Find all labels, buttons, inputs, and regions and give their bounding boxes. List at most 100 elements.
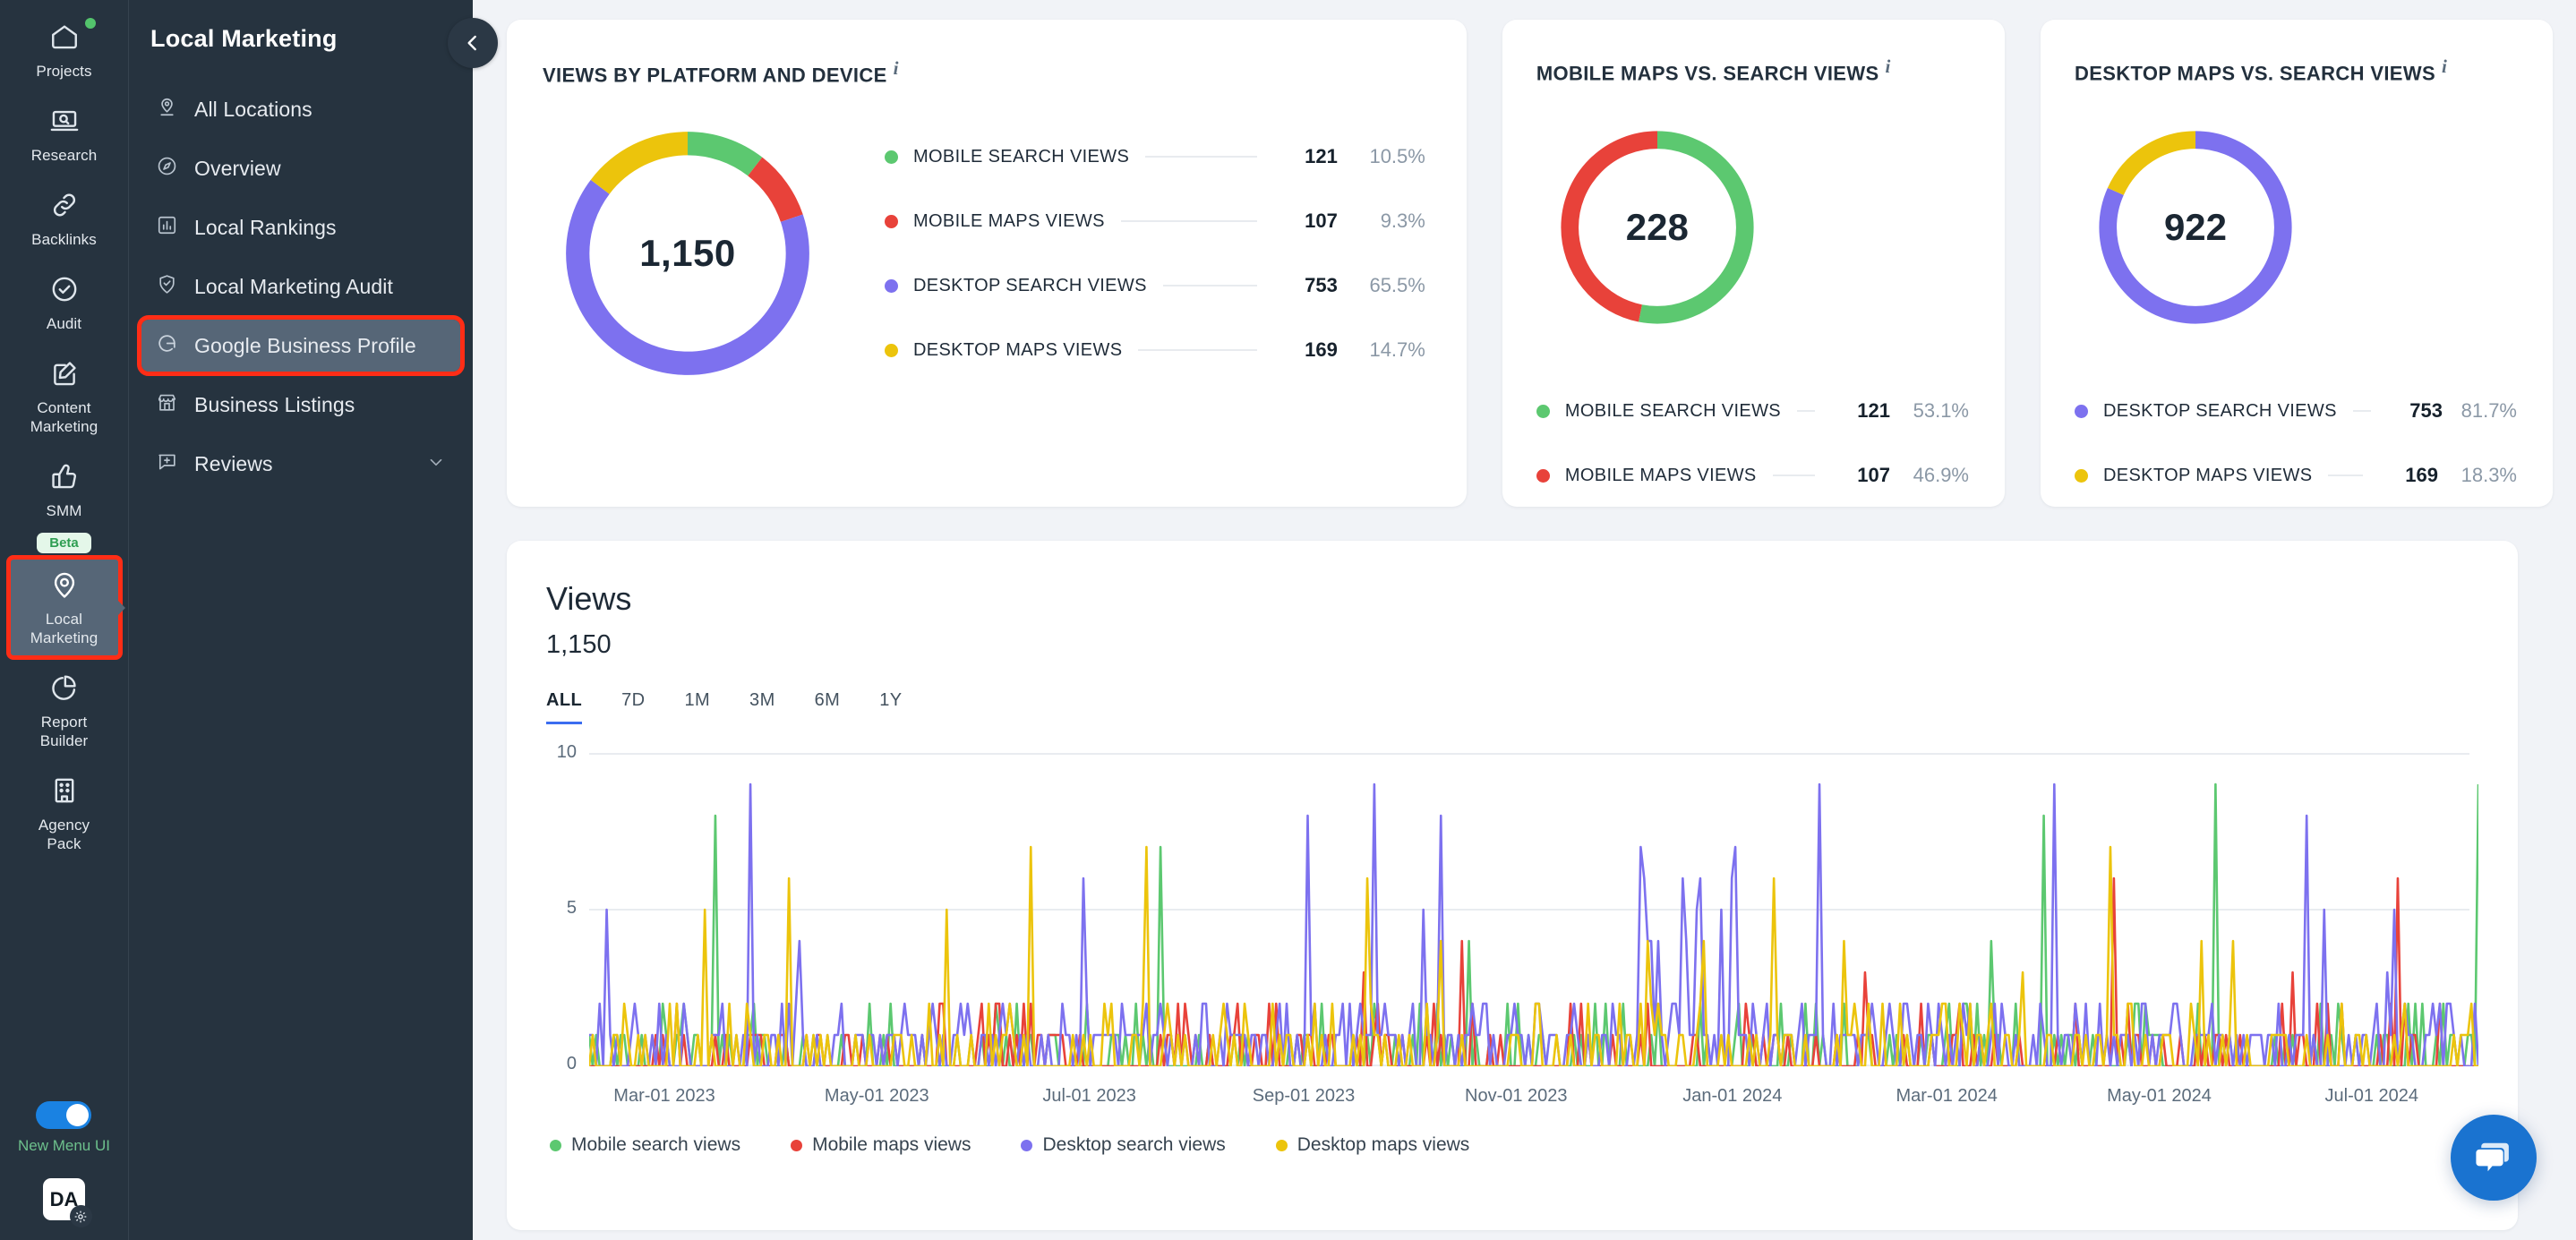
tab-1y[interactable]: 1Y xyxy=(879,690,902,724)
rail-item-projects[interactable]: Projects xyxy=(10,11,119,90)
main-content: VIEWS BY PLATFORM AND DEVICE i 1,150 MOB… xyxy=(473,0,2576,1240)
chart-legend-item[interactable]: Mobile maps views xyxy=(791,1134,971,1156)
info-icon[interactable]: i xyxy=(1885,56,1890,77)
legend-dot-icon xyxy=(1275,1139,1288,1151)
legend-leader-line xyxy=(1120,220,1257,223)
info-icon[interactable]: i xyxy=(894,57,899,79)
chart-legend-item[interactable]: Desktop maps views xyxy=(1275,1134,1469,1156)
legend-dot-icon xyxy=(885,214,898,228)
rail-label-smm: Content Marketing xyxy=(30,399,98,435)
x-tick: Mar-01 2023 xyxy=(613,1086,715,1106)
legend-percent: 14.7% xyxy=(1369,338,1425,362)
sidebar-collapse-button[interactable] xyxy=(448,18,498,68)
rail-item-local-marketing[interactable]: Local Marketing xyxy=(5,555,125,660)
rail-item-backlinks[interactable]: Backlinks xyxy=(10,179,119,258)
chart-legend-item[interactable]: Mobile search views xyxy=(550,1134,740,1156)
active-pointer-icon xyxy=(116,599,125,616)
tab-3m[interactable]: 3M xyxy=(749,690,775,724)
location-pin-icon xyxy=(49,569,80,604)
sidebar-item-overview[interactable]: Overview xyxy=(141,142,460,194)
legend-leader-line xyxy=(1162,285,1257,287)
legend-value: 107 xyxy=(1305,210,1338,233)
rail-label-report-builder: SMM xyxy=(46,502,82,519)
check-circle-icon xyxy=(49,274,80,309)
legend-value: 753 xyxy=(1305,274,1338,297)
notification-dot-icon xyxy=(84,18,96,29)
rail-item-content-marketing[interactable]: Content Marketing xyxy=(10,347,119,445)
sidebar-item-local-rankings[interactable]: Local Rankings xyxy=(141,201,460,253)
sidebar-item-google-business-profile[interactable]: Google Business Profile xyxy=(137,315,465,376)
legend-label: Desktop search views xyxy=(1042,1134,1226,1155)
new-menu-ui-toggle[interactable] xyxy=(36,1101,92,1129)
card3-title: DESKTOP MAPS VS. SEARCH VIEWS xyxy=(2075,62,2435,85)
rail-item-audit[interactable]: Audit xyxy=(10,263,119,342)
legend-row: MOBILE MAPS VIEWS 107 46.9% xyxy=(1536,443,1969,508)
legend-row: MOBILE MAPS VIEWS 107 9.3% xyxy=(885,189,1425,253)
research-icon xyxy=(49,106,80,141)
card-mobile-maps-vs-search-views: MOBILE MAPS VS. SEARCH VIEWS i 228 MOBILE… xyxy=(1502,20,2005,507)
legend-dot-icon xyxy=(2075,468,2088,483)
card1-title: VIEWS BY PLATFORM AND DEVICE xyxy=(543,64,887,87)
series-plot xyxy=(589,753,2478,1066)
tab-all[interactable]: ALL xyxy=(546,690,583,724)
sidebar-label-reviews: Reviews xyxy=(194,451,273,475)
legend-leader-line xyxy=(1145,156,1257,158)
link-icon xyxy=(49,190,80,225)
legend-label: MOBILE SEARCH VIEWS xyxy=(913,146,1130,167)
card2-legend: MOBILE SEARCH VIEWS 121 53.1% MOBILE MAP… xyxy=(1536,379,1969,508)
donut-chart-platform-device: 1,150 xyxy=(543,108,833,398)
legend-label: DESKTOP SEARCH VIEWS xyxy=(913,275,1147,295)
edit-square-icon xyxy=(49,358,80,393)
legend-row: DESKTOP MAPS VIEWS 169 14.7% xyxy=(885,318,1425,382)
rail-item-research[interactable]: Research xyxy=(10,95,119,174)
y-tick-10: 10 xyxy=(556,742,577,762)
legend-label: Mobile maps views xyxy=(812,1134,971,1155)
shield-check-icon xyxy=(156,273,178,300)
app-root: Projects Research Backlinks Audit Conten xyxy=(0,0,2576,1240)
donut-chart-mobile: 228 xyxy=(1542,112,1773,343)
rail-item-smm[interactable]: SMM xyxy=(10,450,119,529)
legend-dot-icon xyxy=(885,150,898,164)
gear-icon[interactable] xyxy=(69,1205,92,1227)
legend-value: 121 xyxy=(1857,399,1890,423)
legend-leader-line xyxy=(1772,475,1815,477)
legend-dot-icon xyxy=(791,1139,803,1151)
sidebar-item-business-listings[interactable]: Business Listings xyxy=(141,379,460,431)
legend-dot-icon xyxy=(1021,1139,1033,1151)
avatar-wrapper[interactable]: DA xyxy=(42,1178,92,1227)
donut-chart-desktop: 922 xyxy=(2080,112,2311,343)
sidebar-item-local-marketing-audit[interactable]: Local Marketing Audit xyxy=(141,261,460,312)
location-pin-icon xyxy=(156,96,178,123)
views-total: 1,150 xyxy=(546,630,612,659)
sidebar-item-all-locations[interactable]: All Locations xyxy=(141,83,460,135)
x-tick: Nov-01 2023 xyxy=(1465,1086,1568,1106)
donut-center-value: 1,150 xyxy=(639,232,736,275)
pie-chart-icon xyxy=(49,672,80,707)
new-menu-ui-label: New Menu UI xyxy=(18,1137,110,1154)
card2-title-wrap: MOBILE MAPS VS. SEARCH VIEWS i xyxy=(1536,56,1969,85)
chat-bubble-icon[interactable] xyxy=(2451,1115,2537,1201)
chart-legend-item[interactable]: Desktop search views xyxy=(1021,1134,1226,1156)
tab-1m[interactable]: 1M xyxy=(684,690,710,724)
x-axis-labels: Mar-01 2023 May-01 2023 Jul-01 2023 Sep-… xyxy=(589,1086,2469,1113)
legend-dot-icon xyxy=(885,278,898,293)
sidebar-item-reviews[interactable]: Reviews xyxy=(141,438,460,490)
info-icon[interactable]: i xyxy=(2442,56,2447,77)
rail-footer: New Menu UI DA xyxy=(18,1101,110,1240)
legend-dot-icon xyxy=(550,1139,561,1151)
legend-percent: 46.9% xyxy=(1913,464,1969,487)
rail-label-backlinks: Backlinks xyxy=(31,231,97,248)
rail-label-content-marketing: Audit xyxy=(46,315,82,332)
legend-row: DESKTOP MAPS VIEWS 169 18.3% xyxy=(2075,443,2517,508)
legend-value: 121 xyxy=(1305,145,1338,168)
card1-legend: MOBILE SEARCH VIEWS 121 10.5% MOBILE MAP… xyxy=(885,124,1425,382)
chevron-down-icon[interactable] xyxy=(426,452,446,476)
rail-item-report-builder[interactable]: Report Builder xyxy=(10,662,119,759)
tab-7d[interactable]: 7D xyxy=(621,690,645,724)
card-views-by-platform-and-device: VIEWS BY PLATFORM AND DEVICE i 1,150 MOB… xyxy=(507,20,1467,507)
rail-item-agency-pack[interactable]: Agency Pack xyxy=(10,765,119,862)
x-tick: Jul-01 2024 xyxy=(2324,1086,2419,1106)
rail-label-local-marketing: Local Marketing xyxy=(30,611,98,646)
views-range-tabs: ALL 7D 1M 3M 6M 1Y xyxy=(546,690,2478,724)
tab-6m[interactable]: 6M xyxy=(815,690,841,724)
